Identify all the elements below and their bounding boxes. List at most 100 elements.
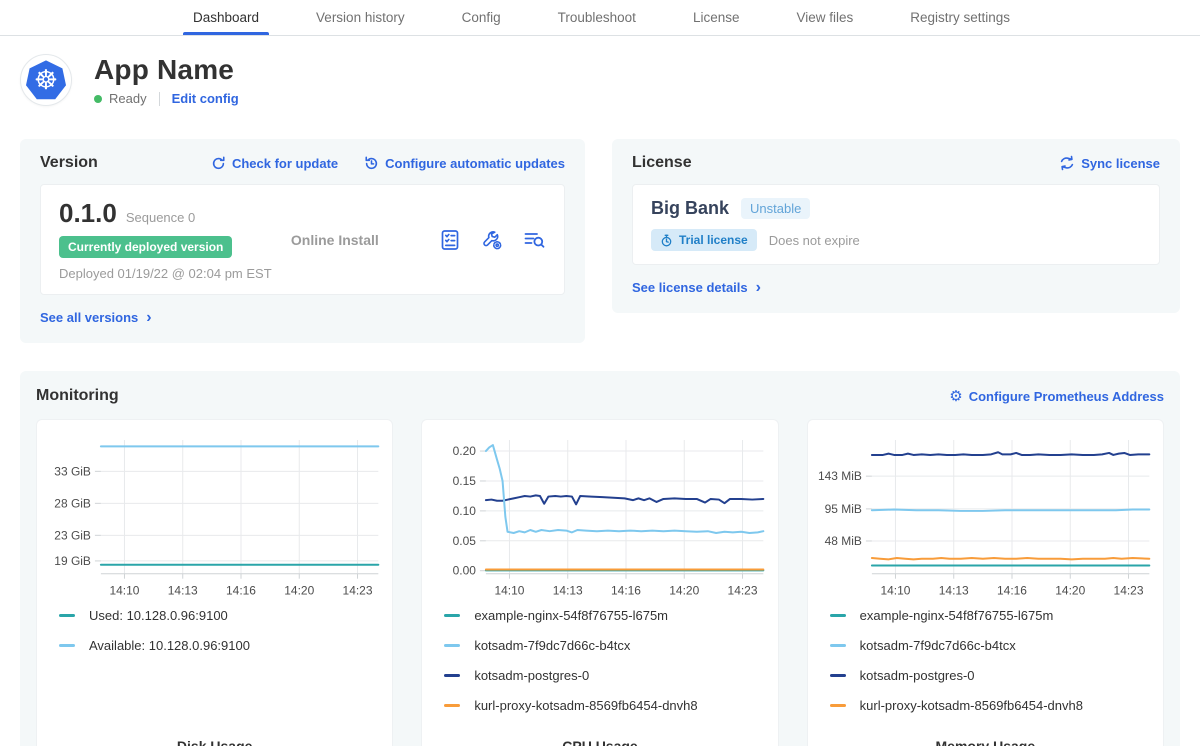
chart-legend: example-nginx-54f8f76755-l675m kotsadm-7f… [430,608,769,728]
legend-label: kotsadm-postgres-0 [860,668,975,683]
sequence-label: Sequence 0 [126,210,195,225]
tab-view-files[interactable]: View files [796,0,853,35]
charts-row: 14:10 14:13 14:16 14:20 14:23 33 GiB 28 GiB 23 … [36,419,1164,746]
svg-text:14:20: 14:20 [670,584,700,598]
legend-swatch-icon [830,614,846,617]
series-line [486,445,763,533]
legend-label: kurl-proxy-kotsadm-8569fb6454-dnvh8 [474,698,697,713]
legend-item: Available: 10.128.0.96:9100 [59,638,384,653]
expiry-label: Does not expire [769,233,860,248]
chevron-right-icon: › [146,310,151,326]
install-type-label: Online Install [291,232,379,248]
svg-text:14:10: 14:10 [110,584,140,598]
svg-text:48 MiB: 48 MiB [824,534,861,548]
see-license-details-link[interactable]: See license details › [632,280,761,296]
legend-item: kotsadm-postgres-0 [444,668,769,683]
clock-refresh-icon [364,156,379,171]
legend-label: kotsadm-7f9dc7d66c-b4tcx [860,638,1016,653]
chart-card-cpu-usage: 14:1014:1314:1614:2014:230.200.150.100.0… [421,419,778,746]
app-header: ☸ App Name Ready Edit config [20,54,1180,106]
svg-text:33 GiB: 33 GiB [54,464,91,478]
chart-card-memory-usage: 14:1014:1314:1614:2014:23143 MiB95 MiB48… [807,419,1164,746]
tab-config[interactable]: Config [462,0,501,35]
kubernetes-logo-icon: ☸ [26,60,66,100]
svg-text:28 GiB: 28 GiB [54,496,91,510]
top-nav: Dashboard Version history Config Troublesho… [0,0,1200,36]
chevron-right-icon: › [756,280,761,296]
svg-text:14:16: 14:16 [226,584,256,598]
sync-license-button[interactable]: Sync license [1059,155,1160,171]
svg-text:0.10: 0.10 [453,504,477,518]
stopwatch-icon [660,234,673,247]
svg-text:14:23: 14:23 [1113,584,1143,598]
chart-svg-cpu-usage: 14:1014:1314:1614:2014:230.200.150.100.0… [430,432,769,600]
svg-text:14:23: 14:23 [728,584,758,598]
svg-text:0.00: 0.00 [453,564,477,578]
legend-label: Used: 10.128.0.96:9100 [89,608,228,623]
svg-text:14:20: 14:20 [1055,584,1085,598]
tab-registry-settings[interactable]: Registry settings [910,0,1010,35]
svg-text:0.05: 0.05 [453,534,477,548]
legend-item: example-nginx-54f8f76755-l675m [444,608,769,623]
nav-tabs: Dashboard Version history Config Troublesho… [193,0,1067,35]
refresh-icon [211,156,226,171]
svg-text:14:16: 14:16 [997,584,1027,598]
monitoring-section: Monitoring ⚙ Configure Prometheus Addres… [20,371,1180,746]
legend-item: kotsadm-7f9dc7d66c-b4tcx [830,638,1155,653]
svg-text:14:20: 14:20 [284,584,314,598]
deployed-timestamp: Deployed 01/19/22 @ 02:04 pm EST [59,266,272,281]
license-card: License Sync license Big Bank Unstable [612,139,1180,313]
chart-title: Disk Usage [45,728,384,746]
status-badge: Ready [109,91,147,106]
license-panel: Big Bank Unstable Trial license [632,184,1160,265]
chart-card-disk-usage: 14:1014:1314:1614:2014:2333 GiB28 GiB23 … [36,419,393,746]
svg-text:95 MiB: 95 MiB [824,502,861,516]
divider [159,92,160,106]
chart-svg-memory-usage: 14:1014:1314:1614:2014:23143 MiB95 MiB48… [816,432,1155,600]
current-version-panel: 0.1.0 Sequence 0 Currently deployed vers… [40,184,565,295]
svg-text:19 GiB: 19 GiB [54,554,91,568]
series-line [486,495,763,504]
legend-swatch-icon [59,614,75,617]
preflight-checks-icon[interactable] [438,228,462,252]
monitoring-title: Monitoring [36,387,119,405]
configure-prometheus-link[interactable]: ⚙ Configure Prometheus Address [949,387,1164,405]
tab-dashboard[interactable]: Dashboard [193,0,259,35]
sync-icon [1059,155,1075,171]
svg-text:143 MiB: 143 MiB [818,469,862,483]
legend-label: kurl-proxy-kotsadm-8569fb6454-dnvh8 [860,698,1083,713]
legend-swatch-icon [59,644,75,647]
status-dot-icon [94,95,102,103]
legend-item: Used: 10.128.0.96:9100 [59,608,384,623]
channel-badge: Unstable [741,198,810,219]
svg-text:14:13: 14:13 [938,584,968,598]
configure-automatic-updates-button[interactable]: Configure automatic updates [364,156,565,171]
app-avatar: ☸ [20,54,72,106]
legend-item: kotsadm-postgres-0 [830,668,1155,683]
svg-text:23 GiB: 23 GiB [54,528,91,542]
version-card: Version Check for update [20,139,585,343]
legend-item: kurl-proxy-kotsadm-8569fb6454-dnvh8 [444,698,769,713]
deployed-badge: Currently deployed version [59,236,232,258]
tab-version-history[interactable]: Version history [316,0,405,35]
svg-text:14:16: 14:16 [611,584,641,598]
edit-config-link[interactable]: Edit config [172,91,239,106]
legend-swatch-icon [830,704,846,707]
legend-label: kotsadm-7f9dc7d66c-b4tcx [474,638,630,653]
trial-license-badge: Trial license [651,229,757,251]
series-line [872,558,1149,559]
gear-icon: ⚙ [949,387,962,405]
view-diff-icon[interactable] [522,228,546,252]
chart-svg-disk-usage: 14:1014:1314:1614:2014:2333 GiB28 GiB23 … [45,432,384,600]
check-for-update-button[interactable]: Check for update [211,156,338,171]
license-name: Big Bank [651,198,729,219]
chart-legend: Used: 10.128.0.96:9100 Available: 10.128.… [45,608,384,668]
series-line [872,510,1149,511]
legend-label: example-nginx-54f8f76755-l675m [860,608,1054,623]
tab-license[interactable]: License [693,0,740,35]
edit-config-wrench-icon[interactable] [480,228,504,252]
chart-legend: example-nginx-54f8f76755-l675m kotsadm-7f… [816,608,1155,728]
legend-item: example-nginx-54f8f76755-l675m [830,608,1155,623]
tab-troubleshoot[interactable]: Troubleshoot [558,0,636,35]
see-all-versions-link[interactable]: See all versions › [40,310,152,326]
